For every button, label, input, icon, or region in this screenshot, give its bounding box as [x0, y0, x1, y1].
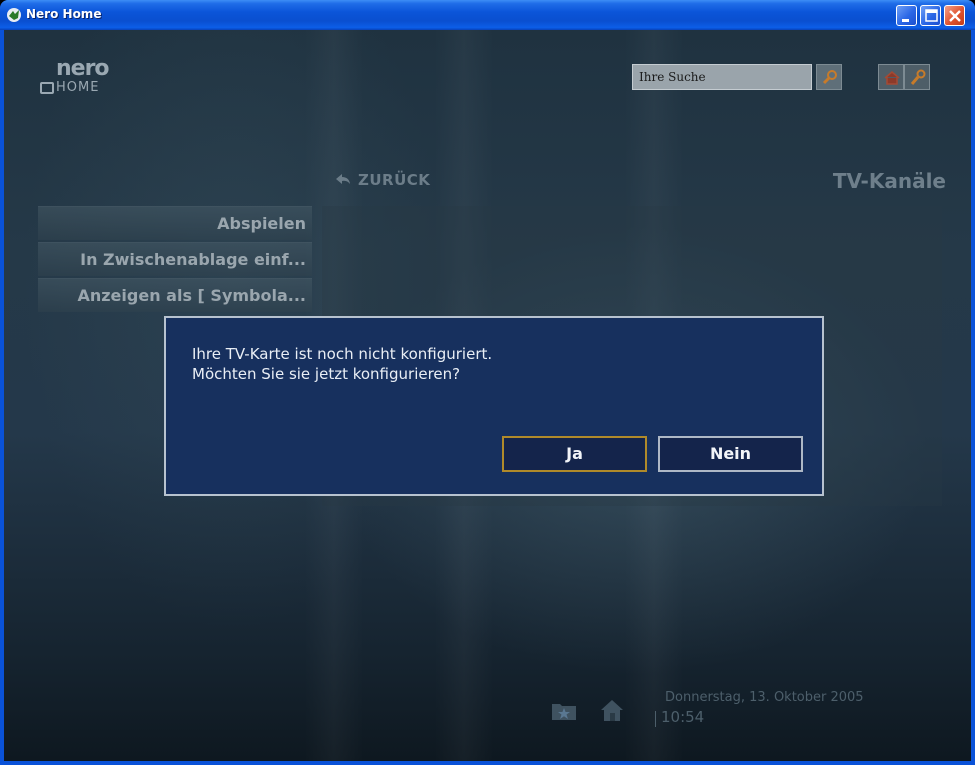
folder-star-icon[interactable]: [550, 696, 578, 724]
app-window: Nero Home nero HOME Ihre Suche ZURÜCK TV…: [0, 0, 975, 765]
page-title: TV-Kanäle: [832, 169, 946, 193]
dialog-message-line2: Möchten Sie sie jetzt konfigurieren?: [192, 365, 461, 383]
maximize-button[interactable]: [920, 5, 941, 26]
close-icon: [949, 10, 961, 22]
nero-home-logo: nero HOME: [40, 56, 140, 108]
yes-button[interactable]: Ja: [502, 436, 647, 472]
home-button[interactable]: [878, 64, 904, 90]
back-button[interactable]: ZURÜCK: [358, 171, 430, 189]
context-menu: Abspielen In Zwischenablage einf... Anze…: [38, 206, 312, 314]
title-bar[interactable]: Nero Home: [0, 0, 975, 30]
home-icon[interactable]: [598, 696, 626, 724]
logo-text-home: HOME: [56, 80, 100, 95]
no-button[interactable]: Nein: [658, 436, 803, 472]
minimize-icon: [902, 19, 909, 22]
menu-item-abspielen[interactable]: Abspielen: [38, 206, 312, 240]
app-client-area: nero HOME Ihre Suche ZURÜCK TV-Kanäle Ab…: [4, 30, 971, 761]
footer-time: 10:54: [661, 708, 705, 726]
maximize-icon: [925, 9, 938, 22]
footer-date: Donnerstag, 13. Oktober 2005: [665, 690, 864, 705]
close-button[interactable]: [944, 5, 965, 26]
nero-app-icon: [7, 8, 21, 22]
search-icon: [822, 70, 837, 85]
dialog-message: Ihre TV-Karte ist noch nicht konfigurier…: [192, 344, 492, 384]
footer-separator: [655, 711, 656, 727]
dialog-message-line1: Ihre TV-Karte ist noch nicht konfigurier…: [192, 345, 493, 363]
home-icon: [884, 71, 900, 85]
logo-text-nero: nero: [56, 56, 110, 81]
menu-item-anzeigen-als[interactable]: Anzeigen als [ Symbola...: [38, 278, 312, 312]
window-title: Nero Home: [26, 7, 102, 21]
menu-item-zwischenablage[interactable]: In Zwischenablage einf...: [38, 242, 312, 276]
search-button[interactable]: [816, 64, 842, 90]
settings-wrench-icon: [910, 69, 926, 85]
back-arrow-icon: [336, 174, 350, 184]
minimize-button[interactable]: [896, 5, 917, 26]
settings-button[interactable]: [904, 64, 930, 90]
tv-card-dialog: Ihre TV-Karte ist noch nicht konfigurier…: [164, 316, 824, 496]
tv-icon: [40, 82, 54, 94]
search-input[interactable]: Ihre Suche: [632, 64, 812, 90]
